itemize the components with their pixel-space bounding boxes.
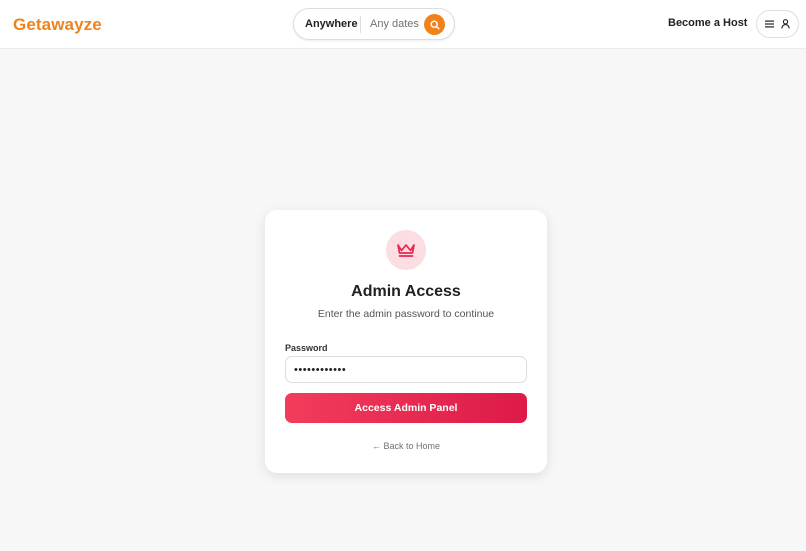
search-icon: [429, 19, 440, 30]
page-subtitle: Enter the admin password to continue: [317, 308, 495, 320]
password-label: Password: [285, 343, 328, 353]
page-title: Admin Access: [351, 283, 461, 300]
access-admin-panel-button[interactable]: Access Admin Panel: [285, 393, 527, 423]
brand-logo[interactable]: Getawayze: [13, 15, 102, 35]
search-location-button[interactable]: Anywhere: [305, 18, 358, 30]
become-host-link[interactable]: Become a Host: [668, 17, 747, 29]
user-icon: [781, 19, 790, 29]
search-divider: [360, 16, 361, 33]
search-dates-button[interactable]: Any dates: [370, 18, 419, 30]
top-nav-bar: Getawayze Anywhere Any dates Become a Ho…: [0, 0, 806, 49]
crown-badge: [386, 230, 426, 270]
hamburger-menu-icon: [765, 20, 774, 28]
password-field[interactable]: [285, 356, 527, 383]
search-bar[interactable]: Anywhere Any dates: [293, 8, 455, 40]
back-to-home-link[interactable]: ← Back to Home: [265, 441, 547, 451]
search-button[interactable]: [424, 14, 445, 35]
admin-login-card: Admin Access Enter the admin password to…: [265, 210, 547, 473]
crown-icon: [397, 244, 415, 257]
user-menu-button[interactable]: [756, 10, 799, 38]
